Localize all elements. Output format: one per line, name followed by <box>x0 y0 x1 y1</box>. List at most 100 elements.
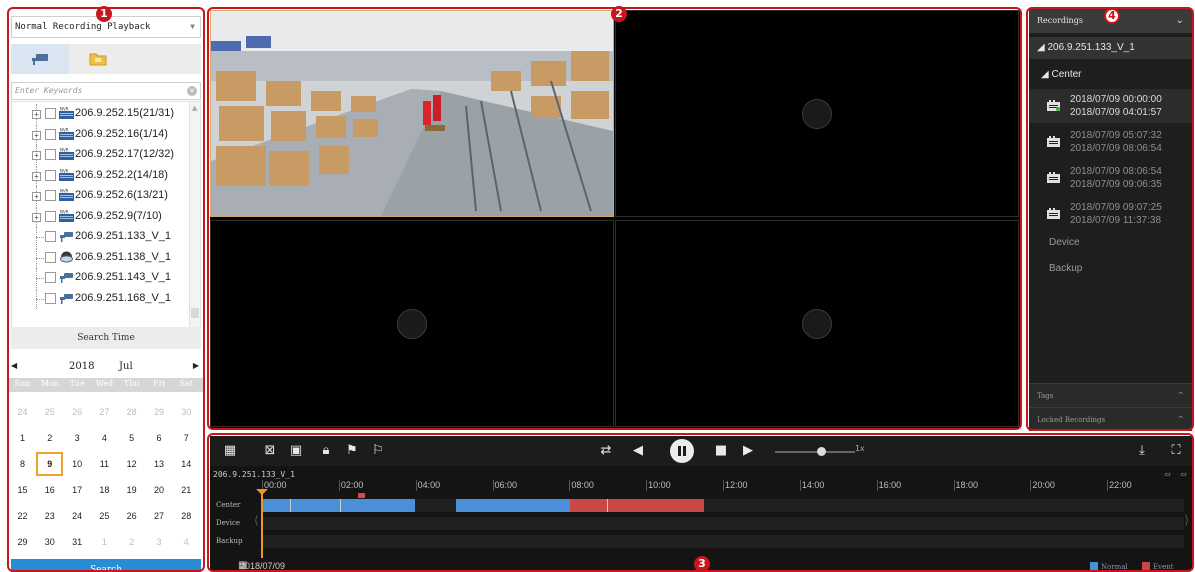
calendar-day[interactable]: 2 <box>36 433 63 443</box>
calendar-year[interactable]: 2018 <box>69 361 94 372</box>
close-all-windows-icon[interactable]: ⊠ <box>262 443 278 459</box>
speed-slider[interactable] <box>775 447 855 456</box>
calendar-day[interactable]: 30 <box>173 407 200 417</box>
clear-icon[interactable]: × <box>187 86 197 96</box>
calendar-day[interactable]: 9 <box>36 452 64 476</box>
calendar-day[interactable]: 2 <box>118 537 145 547</box>
calendar-day[interactable]: 4 <box>91 433 118 443</box>
expand-icon[interactable]: + <box>32 130 41 140</box>
tags-section[interactable]: Tags ^ <box>1029 383 1192 407</box>
export-icon[interactable]: ⚐ <box>370 443 386 459</box>
calendar-day[interactable]: 17 <box>64 485 91 495</box>
calendar-day[interactable]: 4 <box>173 537 200 547</box>
next-month-icon[interactable]: ▶ <box>193 361 199 370</box>
calendar-day[interactable]: 25 <box>36 407 63 417</box>
video-pane-4[interactable] <box>615 220 1019 427</box>
calendar-day[interactable]: 29 <box>9 537 36 547</box>
calendar-day[interactable]: 26 <box>64 407 91 417</box>
tree-scrollbar[interactable]: ▲ <box>189 102 200 332</box>
calendar-day[interactable]: 27 <box>146 511 173 521</box>
calendar-day[interactable]: 30 <box>36 537 63 547</box>
recording-item[interactable]: 2018/07/09 08:06:54 2018/07/09 09:06:35 <box>1029 161 1192 195</box>
chevron-up-icon[interactable]: ^ <box>1177 408 1184 432</box>
tree-node-checkbox[interactable] <box>45 169 56 181</box>
lock-icon[interactable]: 🔒︎ <box>318 443 334 459</box>
expand-icon[interactable]: + <box>32 110 41 119</box>
calendar-day[interactable]: 5 <box>118 433 145 443</box>
prev-month-icon[interactable]: ◀ <box>11 361 17 370</box>
tree-node-checkbox[interactable] <box>45 272 56 283</box>
calendar-day[interactable]: 20 <box>146 485 173 495</box>
calendar-day[interactable]: 10 <box>64 459 91 469</box>
search-button[interactable]: Search <box>11 559 201 572</box>
calendar-day[interactable]: 7 <box>173 433 200 443</box>
calendar-day[interactable]: 16 <box>36 485 63 495</box>
video-pane-1[interactable] <box>210 10 614 217</box>
calendar-day[interactable]: 27 <box>91 407 118 417</box>
backup-track[interactable] <box>262 535 1184 548</box>
tree-node-checkbox[interactable] <box>45 251 56 263</box>
center-track[interactable] <box>262 499 1184 512</box>
calendar-day[interactable]: 3 <box>146 537 173 547</box>
normal-segment[interactable] <box>456 499 570 512</box>
download-person-icon[interactable]: ⚑ <box>344 443 360 459</box>
step-forward-icon[interactable]: ▶ <box>740 443 756 459</box>
calendar-day[interactable]: 21 <box>173 485 200 495</box>
sync-icon[interactable]: ⇄ <box>598 443 614 459</box>
calendar-day[interactable]: 26 <box>118 511 145 521</box>
calendar-day[interactable]: 25 <box>91 511 118 521</box>
calendar-day[interactable]: 29 <box>146 407 173 417</box>
pause-button[interactable] <box>670 439 694 463</box>
calendar-day[interactable]: 1 <box>91 537 118 547</box>
video-pane-3[interactable] <box>210 220 614 427</box>
chevron-down-icon[interactable]: ⌄ <box>1176 9 1184 33</box>
keyword-search-input[interactable]: Enter Keywords × <box>11 82 201 100</box>
calendar-day[interactable]: 14 <box>173 459 200 469</box>
zoom-in-icon[interactable]: ⇔ <box>1180 470 1187 479</box>
tab-cameras[interactable] <box>11 44 69 74</box>
expand-icon[interactable]: + <box>32 151 41 160</box>
tree-node-checkbox[interactable] <box>45 292 56 304</box>
tree-node-checkbox[interactable] <box>45 210 56 222</box>
recording-item[interactable]: 2018/07/09 09:07:25 2018/07/09 11:37:38 <box>1029 197 1192 231</box>
tree-node-checkbox[interactable] <box>45 231 56 242</box>
fullscreen-icon[interactable]: ⛶ <box>1168 443 1184 459</box>
tree-node-checkbox[interactable] <box>45 108 56 119</box>
tag-marker[interactable] <box>358 493 365 498</box>
calendar-day[interactable]: 23 <box>36 511 63 521</box>
device-section[interactable]: Device <box>1029 233 1192 253</box>
snapshot-icon[interactable]: ▣ <box>288 443 304 459</box>
timeline-right-arrow[interactable]: ⟩ <box>1184 513 1189 527</box>
calendar-day[interactable]: 18 <box>91 485 118 495</box>
tab-folders[interactable] <box>69 44 127 74</box>
timeline-date[interactable]: 2018/07/09 <box>240 561 285 571</box>
calendar-day[interactable]: 3 <box>64 433 91 443</box>
recording-item[interactable]: 2018/07/09 05:07:32 2018/07/09 08:06:54 <box>1029 125 1192 159</box>
step-back-icon[interactable]: ◀ <box>630 443 646 459</box>
scroll-up-icon[interactable]: ▲ <box>192 104 197 112</box>
locked-recordings-section[interactable]: Locked Recordings ^ <box>1029 407 1192 431</box>
recording-group-center[interactable]: ◢ Center <box>1029 64 1192 86</box>
normal-segment[interactable] <box>262 499 415 512</box>
device-track[interactable] <box>262 517 1184 530</box>
chevron-up-icon[interactable]: ^ <box>1177 384 1184 408</box>
recording-camera[interactable]: ◢ 206.9.251.133_V_1 <box>1029 37 1192 59</box>
calendar-day[interactable]: 1 <box>9 433 36 443</box>
expand-icon[interactable]: + <box>32 212 41 222</box>
tree-node-checkbox[interactable] <box>45 190 56 201</box>
calendar-day[interactable]: 31 <box>64 537 91 547</box>
tree-node-checkbox[interactable] <box>45 128 56 140</box>
timeline-left-arrow[interactable]: ⟨ <box>254 513 259 527</box>
calendar-day[interactable]: 28 <box>118 407 145 417</box>
calendar-day[interactable]: 28 <box>173 511 200 521</box>
calendar-day[interactable]: 22 <box>9 511 36 521</box>
layout-grid-icon[interactable]: ▦ <box>222 443 238 459</box>
calendar-month[interactable]: Jul <box>119 361 133 372</box>
speed-slider-knob[interactable] <box>817 447 826 456</box>
expand-icon[interactable]: + <box>32 192 41 201</box>
calendar-day[interactable]: 8 <box>9 459 36 469</box>
calendar-day[interactable]: 19 <box>118 485 145 495</box>
calendar-day[interactable]: 24 <box>9 407 36 417</box>
backup-section[interactable]: Backup <box>1029 259 1192 279</box>
tree-node-checkbox[interactable] <box>45 149 56 160</box>
